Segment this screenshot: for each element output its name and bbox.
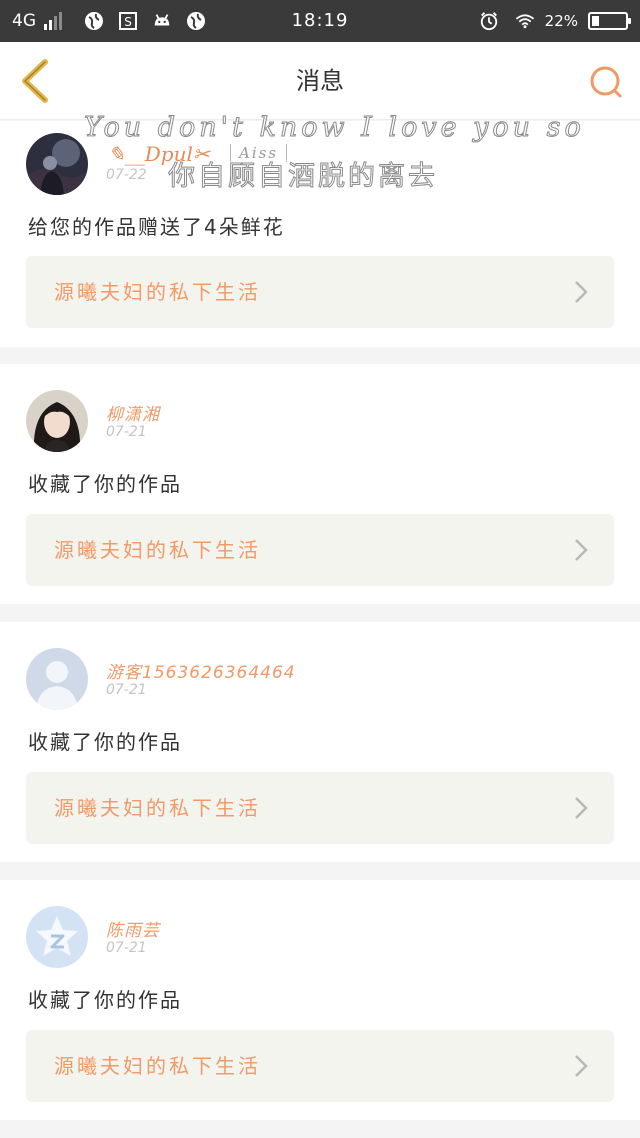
battery-icon (588, 12, 631, 30)
message-card: 游客1563626364464 07-21 收藏了你的作品 源曦夫妇的私下生活 (0, 622, 640, 862)
status-right: 22% (473, 0, 631, 42)
message-date: 07-21 (106, 682, 147, 698)
message-action: 收藏了你的作品 (28, 472, 182, 496)
avatar[interactable] (26, 906, 88, 968)
work-link[interactable]: 源曦夫妇的私下生活 (26, 772, 614, 844)
page-title: 消息 (296, 67, 344, 95)
work-link[interactable]: 源曦夫妇的私下生活 (26, 256, 614, 328)
signal-icon (44, 12, 62, 30)
globe-icon (84, 11, 104, 31)
alarm-icon (479, 11, 499, 31)
chevron-left-icon (22, 59, 48, 103)
message-card: 陈雨芸 07-21 收藏了你的作品 源曦夫妇的私下生活 (0, 880, 640, 1120)
android-icon (152, 11, 172, 31)
search-icon (590, 66, 622, 98)
avatar[interactable] (26, 648, 88, 710)
message-date: 07-21 (106, 424, 147, 440)
network-type: 4G (12, 11, 36, 31)
message-card: 07-22 给您的作品赠送了4朵鲜花 源曦夫妇的私下生活 (0, 121, 640, 347)
message-date: 07-22 (106, 167, 147, 183)
username[interactable]: 陈雨芸 (106, 916, 160, 941)
wifi-icon (515, 11, 535, 31)
battery-percent: 22% (544, 12, 578, 30)
qzone-star-icon (26, 906, 88, 968)
message-date: 07-21 (106, 940, 147, 956)
photo-avatar-girl (26, 390, 88, 452)
avatar[interactable] (26, 133, 88, 195)
message-action: 给您的作品赠送了4朵鲜花 (28, 215, 285, 239)
username[interactable]: 柳潇湘 (106, 400, 160, 425)
work-title: 源曦夫妇的私下生活 (54, 538, 261, 562)
status-left: 4G S (12, 0, 206, 42)
chevron-right-icon (575, 281, 588, 303)
username[interactable]: 游客1563626364464 (106, 658, 296, 683)
svg-text:S: S (124, 15, 132, 29)
globe-icon (186, 11, 206, 31)
default-user-icon (26, 648, 88, 710)
photo-avatar-dark (26, 133, 88, 195)
status-bar: 4G S 18:19 22% (0, 0, 640, 42)
chevron-right-icon (575, 539, 588, 561)
avatar[interactable] (26, 390, 88, 452)
work-link[interactable]: 源曦夫妇的私下生活 (26, 1030, 614, 1102)
message-card: 柳潇湘 07-21 收藏了你的作品 源曦夫妇的私下生活 (0, 364, 640, 604)
chevron-right-icon (575, 797, 588, 819)
work-title: 源曦夫妇的私下生活 (54, 1054, 261, 1078)
screenshot-icon: S (118, 11, 138, 31)
work-link[interactable]: 源曦夫妇的私下生活 (26, 514, 614, 586)
app-header: 消息 (0, 42, 640, 120)
search-button[interactable] (584, 60, 628, 104)
work-title: 源曦夫妇的私下生活 (54, 280, 261, 304)
message-action: 收藏了你的作品 (28, 730, 182, 754)
back-button[interactable] (10, 56, 60, 106)
work-title: 源曦夫妇的私下生活 (54, 796, 261, 820)
chevron-right-icon (575, 1055, 588, 1077)
message-action: 收藏了你的作品 (28, 988, 182, 1012)
